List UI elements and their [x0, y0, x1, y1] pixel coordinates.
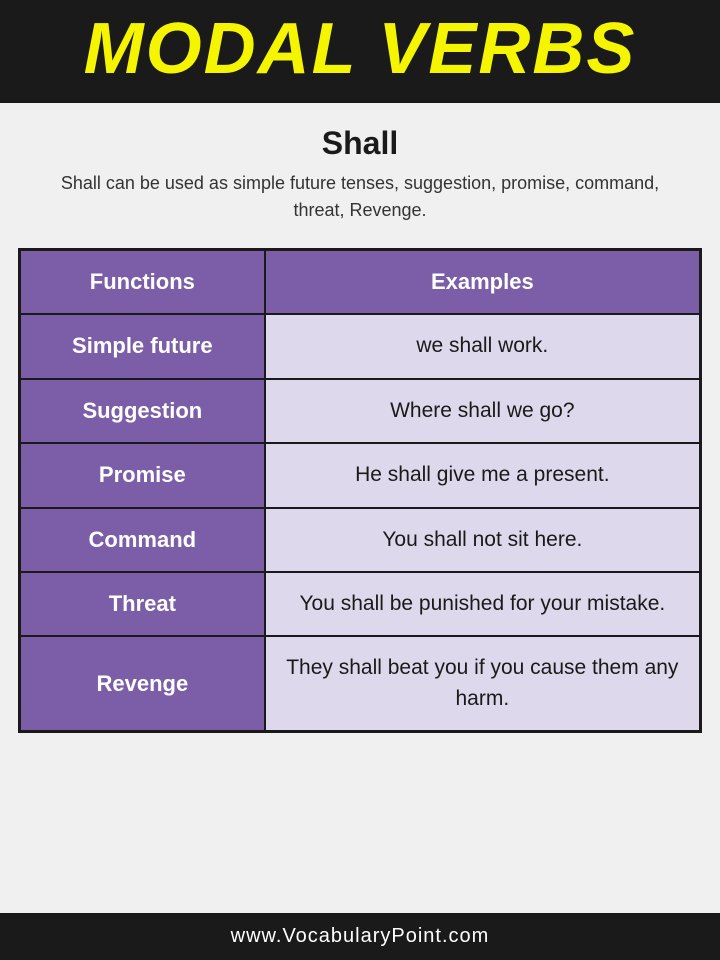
- cell-function-1: Suggestion: [20, 379, 265, 443]
- footer-text: www.VocabularyPoint.com: [12, 925, 708, 948]
- modal-verbs-table: Functions Examples Simple futurewe shall…: [18, 248, 702, 733]
- table-header-row: Functions Examples: [20, 250, 701, 315]
- table-row: Simple futurewe shall work.: [20, 314, 701, 378]
- cell-example-5: They shall beat you if you cause them an…: [265, 636, 701, 731]
- cell-example-4: You shall be punished for your mistake.: [265, 572, 701, 636]
- cell-example-2: He shall give me a present.: [265, 443, 701, 507]
- table-row: ThreatYou shall be punished for your mis…: [20, 572, 701, 636]
- cell-example-1: Where shall we go?: [265, 379, 701, 443]
- cell-function-0: Simple future: [20, 314, 265, 378]
- table-container: Functions Examples Simple futurewe shall…: [0, 248, 720, 913]
- intro-description: Shall can be used as simple future tense…: [40, 170, 680, 224]
- cell-function-3: Command: [20, 508, 265, 572]
- intro-word: Shall: [40, 125, 680, 162]
- cell-function-2: Promise: [20, 443, 265, 507]
- table-row: PromiseHe shall give me a present.: [20, 443, 701, 507]
- cell-function-5: Revenge: [20, 636, 265, 731]
- table-row: CommandYou shall not sit here.: [20, 508, 701, 572]
- column-header-examples: Examples: [265, 250, 701, 315]
- cell-function-4: Threat: [20, 572, 265, 636]
- footer: www.VocabularyPoint.com: [0, 913, 720, 960]
- header: MODAL VERBS: [0, 0, 720, 103]
- table-row: RevengeThey shall beat you if you cause …: [20, 636, 701, 731]
- cell-example-0: we shall work.: [265, 314, 701, 378]
- page-title: MODAL VERBS: [20, 10, 700, 89]
- column-header-functions: Functions: [20, 250, 265, 315]
- intro-section: Shall Shall can be used as simple future…: [0, 103, 720, 242]
- cell-example-3: You shall not sit here.: [265, 508, 701, 572]
- table-row: SuggestionWhere shall we go?: [20, 379, 701, 443]
